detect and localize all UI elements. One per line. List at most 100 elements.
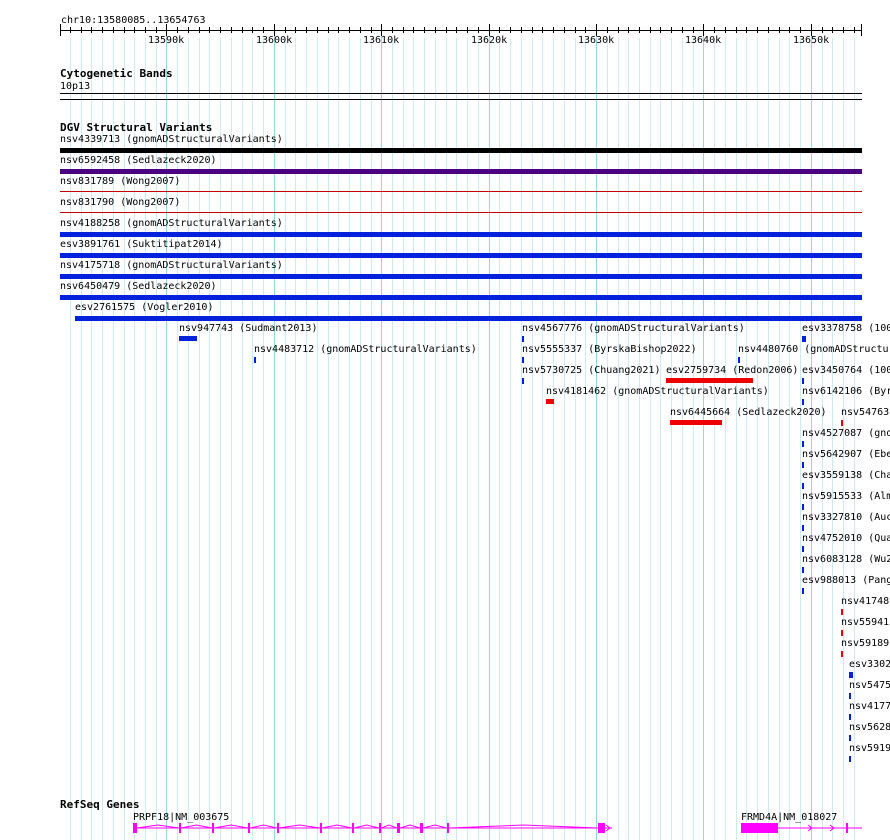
ruler-end-tick [60, 24, 61, 36]
variant-label[interactable]: nsv4339713 (gnomADStructuralVariants) [60, 134, 283, 145]
variant-bar[interactable] [802, 441, 804, 447]
ruler-minor-tick [553, 27, 554, 33]
variant-label[interactable]: esv3302 [849, 659, 890, 670]
variant-label[interactable]: nsv5475 [849, 680, 890, 691]
variant-bar[interactable] [522, 378, 524, 384]
variant-bar[interactable] [254, 357, 256, 363]
variant-bar[interactable] [841, 609, 843, 615]
ruler-minor-tick [725, 27, 726, 33]
variant-label[interactable]: nsv947743 (Sudmant2013) [179, 323, 317, 334]
variant-bar[interactable] [802, 525, 804, 531]
ruler-tick-label: 13610k [363, 35, 400, 46]
variant-bar[interactable] [666, 378, 753, 383]
variant-label[interactable]: nsv6592458 (Sedlazeck2020) [60, 155, 217, 166]
variant-label[interactable]: nsv5915533 (Alm [802, 491, 890, 502]
variant-bar[interactable] [670, 420, 722, 425]
variant-label[interactable]: nsv5642907 (Ebe [802, 449, 890, 460]
refseq-gene-glyphs [133, 823, 862, 833]
variant-bar[interactable] [802, 546, 804, 552]
ruler-minor-tick [102, 27, 103, 33]
variant-label[interactable]: esv3450764 (100 [802, 365, 890, 376]
ruler-minor-tick [360, 27, 361, 33]
variant-bar[interactable] [841, 651, 843, 657]
variant-bar[interactable] [849, 714, 851, 720]
variant-label[interactable]: nsv59189 [841, 638, 889, 649]
variant-bar[interactable] [802, 462, 804, 468]
cytobands-track-title[interactable]: Cytogenetic Bands [60, 68, 173, 80]
variant-bar[interactable] [849, 756, 851, 762]
variant-bar[interactable] [849, 672, 853, 678]
variant-bar[interactable] [841, 630, 843, 636]
variant-bar[interactable] [802, 399, 804, 405]
variant-label[interactable]: nsv5919 [849, 743, 890, 754]
variant-label[interactable]: nsv4480760 (gnomADStructur [738, 344, 890, 355]
variant-bar[interactable] [60, 295, 862, 300]
variant-label[interactable]: esv3891761 (Suktitipat2014) [60, 239, 223, 250]
variant-label[interactable]: nsv3327810 (Auc [802, 512, 890, 523]
variant-bar[interactable] [841, 420, 843, 426]
variant-label[interactable]: esv2761575 (Vogler2010) [75, 302, 213, 313]
ruler-minor-tick [156, 27, 157, 33]
variant-bar[interactable] [60, 169, 862, 174]
variant-label[interactable]: nsv54763 [841, 407, 889, 418]
dgv-track-title[interactable]: DGV Structural Variants [60, 122, 212, 134]
variant-bar[interactable] [849, 693, 851, 699]
ruler-minor-tick [145, 27, 146, 33]
ruler-minor-tick [521, 27, 522, 33]
variant-bar[interactable] [60, 148, 862, 153]
variant-label[interactable]: nsv4175718 (gnomADStructuralVariants) [60, 260, 283, 271]
ruler-tick-label: 13650k [793, 35, 830, 46]
variant-bar[interactable] [60, 253, 862, 258]
variant-label[interactable]: nsv5628 [849, 722, 890, 733]
variant-bar[interactable] [546, 399, 554, 404]
variant-label[interactable]: nsv5730725 (Chuang2021) [522, 365, 660, 376]
variant-label[interactable]: esv988013 (Pang [802, 575, 890, 586]
variant-bar[interactable] [738, 357, 740, 363]
variant-label[interactable]: nsv4752010 (Qua [802, 533, 890, 544]
variant-label[interactable]: nsv831790 (Wong2007) [60, 197, 180, 208]
ruler-minor-tick [91, 27, 92, 33]
variant-label[interactable]: nsv6083128 (Wu2 [802, 554, 890, 565]
variant-bar[interactable] [522, 336, 524, 342]
ruler-minor-tick [209, 27, 210, 33]
variant-bar[interactable] [522, 357, 524, 363]
variant-label[interactable]: nsv4177 [849, 701, 890, 712]
variant-label[interactable]: nsv4527087 (gno [802, 428, 890, 439]
variant-bar[interactable] [60, 191, 862, 192]
variant-bar[interactable] [60, 274, 862, 279]
refseq-track-title[interactable]: RefSeq Genes [60, 799, 139, 811]
variant-bar[interactable] [75, 316, 862, 321]
variant-bar[interactable] [802, 336, 806, 342]
variant-label[interactable]: nsv4188258 (gnomADStructuralVariants) [60, 218, 283, 229]
variant-bar[interactable] [60, 232, 862, 237]
variant-label[interactable]: nsv4567776 (gnomADStructuralVariants) [522, 323, 745, 334]
variant-bar[interactable] [802, 588, 804, 594]
variant-label[interactable]: nsv5555337 (ByrskaBishop2022) [522, 344, 697, 355]
ruler-minor-tick [328, 27, 329, 33]
prpf18-exon [598, 823, 605, 833]
variant-label[interactable]: esv3378758 (100 [802, 323, 890, 334]
variant-label[interactable]: nsv55941 [841, 617, 889, 628]
variant-bar[interactable] [849, 735, 851, 741]
ruler-tick-label: 13590k [148, 35, 185, 46]
ruler-minor-tick [736, 27, 737, 33]
ruler-minor-tick [252, 27, 253, 33]
variant-label[interactable]: nsv4483712 (gnomADStructuralVariants) [254, 344, 477, 355]
ruler-minor-tick [532, 27, 533, 33]
variant-label[interactable]: nsv41748 [841, 596, 889, 607]
prpf18-exon [133, 823, 137, 833]
variant-label[interactable]: nsv6445664 (Sedlazeck2020) [670, 407, 827, 418]
variant-bar[interactable] [802, 483, 804, 489]
variant-bar[interactable] [802, 567, 804, 573]
variant-bar[interactable] [802, 378, 804, 384]
variant-label[interactable]: nsv6142106 (Byr [802, 386, 890, 397]
variant-label[interactable]: nsv831789 (Wong2007) [60, 176, 180, 187]
variant-label[interactable]: esv3559138 (Cha [802, 470, 890, 481]
ruler-minor-tick [349, 27, 350, 33]
variant-label[interactable]: nsv6450479 (Sedlazeck2020) [60, 281, 217, 292]
variant-label[interactable]: nsv4181462 (gnomADStructuralVariants) [546, 386, 769, 397]
variant-label[interactable]: esv2759734 (Redon2006) [666, 365, 798, 376]
variant-bar[interactable] [179, 336, 197, 341]
variant-bar[interactable] [802, 504, 804, 510]
variant-bar[interactable] [60, 212, 862, 213]
